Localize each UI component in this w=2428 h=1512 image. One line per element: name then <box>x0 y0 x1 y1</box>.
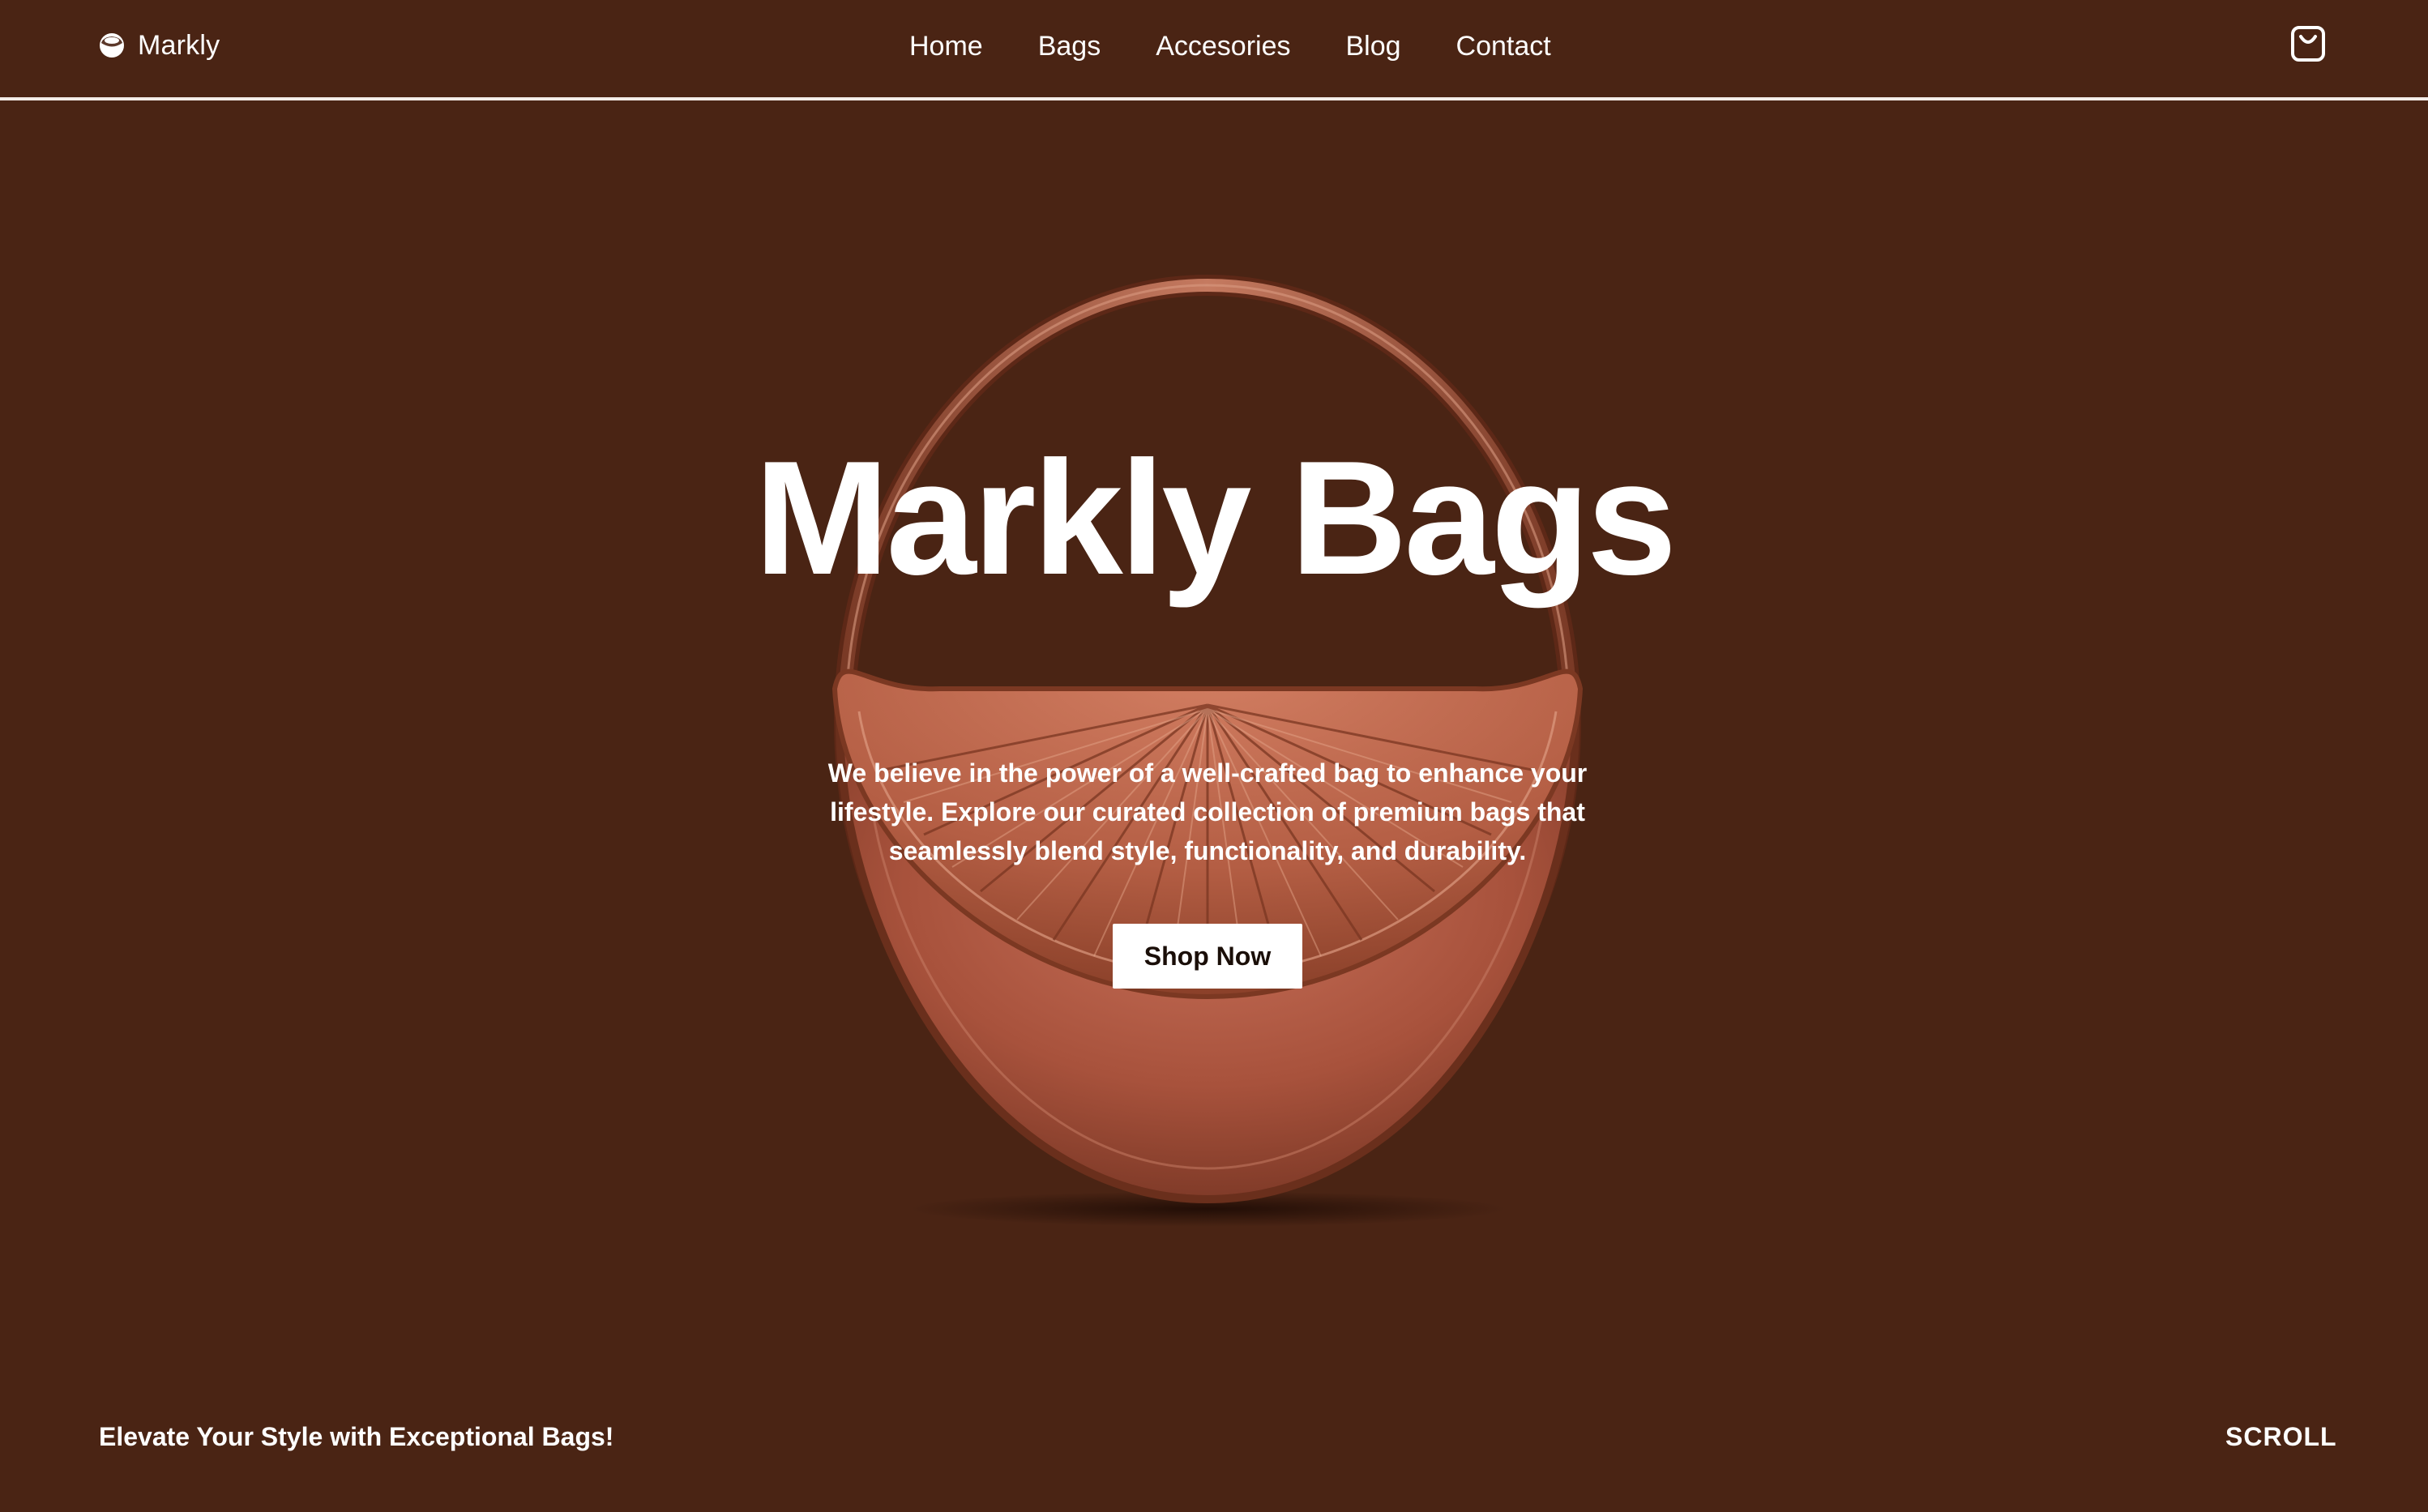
shop-now-button[interactable]: Shop Now <box>1113 924 1302 989</box>
scroll-indicator[interactable]: SCROLL <box>2225 1422 2337 1452</box>
hero-tagline: Elevate Your Style with Exceptional Bags… <box>99 1422 614 1451</box>
brand-name: Markly <box>138 29 220 61</box>
top-navbar: Markly Home Bags Accesories Blog Contact <box>0 0 2428 100</box>
shopping-bag-icon[interactable] <box>2289 24 2327 63</box>
nav-item-contact[interactable]: Contact <box>1456 31 1551 62</box>
hero-description: We believe in the power of a well-crafte… <box>827 758 1588 865</box>
nav-item-blog[interactable]: Blog <box>1345 31 1400 62</box>
brand-logo-link[interactable]: Markly <box>99 28 220 63</box>
nav-item-accessories[interactable]: Accesories <box>1156 31 1290 62</box>
circle-logo-icon <box>100 33 124 58</box>
hero-title: Markly Bags <box>754 428 1677 609</box>
main-nav: Home Bags Accesories Blog Contact <box>909 28 1551 65</box>
nav-item-home[interactable]: Home <box>909 31 983 62</box>
nav-item-bags[interactable]: Bags <box>1038 31 1101 62</box>
